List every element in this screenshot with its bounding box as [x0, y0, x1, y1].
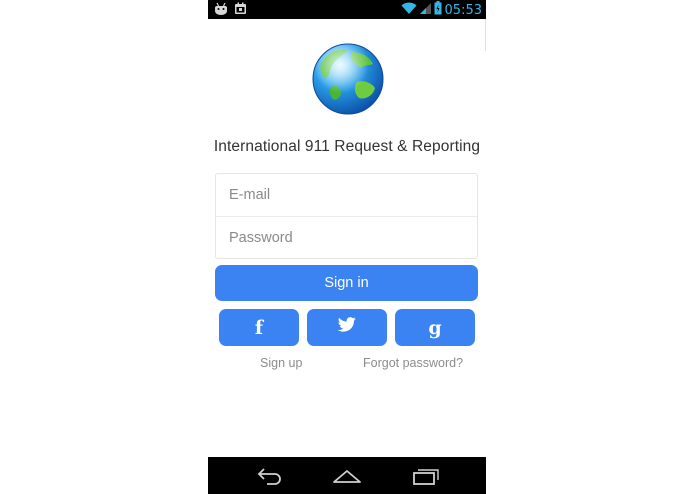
- sign-up-link[interactable]: Sign up: [260, 356, 302, 370]
- facebook-icon: f: [254, 316, 264, 339]
- phone-screen: 05:53 International 911 Request & Report…: [208, 0, 486, 494]
- google-button[interactable]: g: [395, 309, 475, 346]
- wifi-icon: [401, 2, 417, 20]
- password-field[interactable]: [216, 216, 477, 258]
- facebook-button[interactable]: f: [219, 309, 299, 346]
- android-icon: [214, 2, 228, 20]
- twitter-button[interactable]: [307, 309, 387, 346]
- sign-in-label: Sign in: [324, 275, 369, 291]
- app-title: International 911 Request & Reporting: [213, 138, 481, 155]
- battery-icon: [434, 1, 442, 20]
- login-form: [215, 173, 478, 259]
- twitter-icon: [337, 317, 357, 338]
- sign-in-button[interactable]: Sign in: [215, 265, 478, 301]
- email-field[interactable]: [216, 174, 477, 216]
- home-icon[interactable]: [332, 466, 362, 486]
- signal-icon: [419, 2, 431, 20]
- back-icon[interactable]: [255, 466, 285, 486]
- forgot-password-link[interactable]: Forgot password?: [363, 356, 463, 370]
- clock: 05:53: [444, 3, 482, 18]
- recent-apps-icon[interactable]: [410, 466, 440, 486]
- google-icon: g: [428, 316, 442, 339]
- calendar-icon: [234, 2, 247, 20]
- globe-icon: [311, 42, 385, 116]
- login-screen: International 911 Request & Reporting Si…: [208, 19, 486, 457]
- status-bar: 05:53: [208, 0, 486, 19]
- navigation-bar: [208, 457, 486, 494]
